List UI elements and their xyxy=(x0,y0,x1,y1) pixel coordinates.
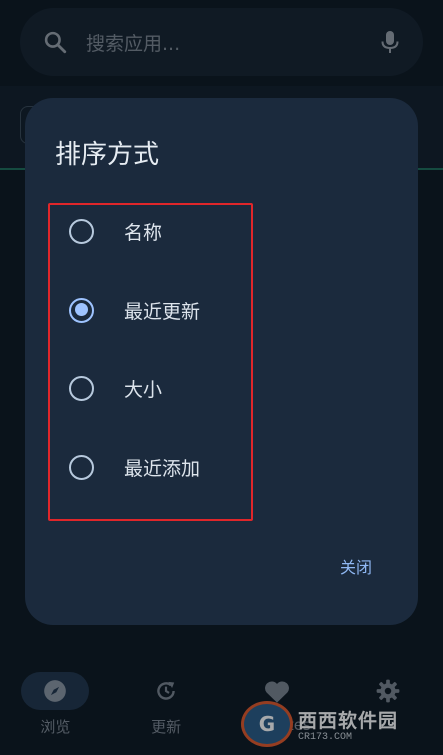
sort-option-recently-added[interactable]: 最近添加 xyxy=(69,448,369,527)
radio-label: 名称 xyxy=(124,222,163,244)
radio-button[interactable] xyxy=(69,376,94,401)
radio-button[interactable] xyxy=(69,297,94,323)
radio-label: 最近更新 xyxy=(124,300,201,323)
sort-option-name[interactable]: 名称 xyxy=(69,212,369,291)
dialog-title: 排序方式 xyxy=(55,140,160,170)
radio-label: 大小 xyxy=(124,379,163,401)
close-button[interactable]: 关闭 xyxy=(340,554,372,578)
radio-dot xyxy=(74,303,88,316)
sort-options: 名称 最近更新 大小 最近添加 xyxy=(69,212,369,526)
radio-label: 最近添加 xyxy=(124,457,201,480)
sort-option-recently-updated[interactable]: 最近更新 xyxy=(69,291,369,370)
sort-dialog: 排序方式 名称 最近更新 大小 最近添加 关闭 xyxy=(25,98,418,625)
sort-option-size[interactable]: 大小 xyxy=(69,369,369,448)
radio-button[interactable] xyxy=(69,219,94,244)
radio-button[interactable] xyxy=(69,454,94,480)
